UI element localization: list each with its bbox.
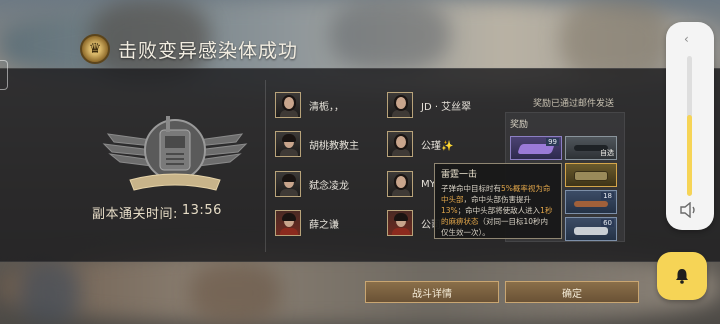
clear-time-label: 副本通关时间: [92,207,178,222]
reward-item-rifle[interactable]: 自选 [565,136,617,160]
crown-emblem-icon: ♛ [80,34,110,64]
reward-mail-note: 奖励已通过邮件发送 [533,99,615,109]
reward-item-component[interactable]: 60 [565,217,617,241]
confirm-button[interactable]: 确定 [505,281,639,303]
divider [265,80,266,252]
player-name: 薛之谦 [309,219,339,231]
component-icon [574,227,608,235]
player-entry[interactable]: 弑念凌龙 [275,170,349,198]
item-count: 18 [601,192,614,200]
player-name: 胡桃教教主 [309,140,359,152]
battle-details-button[interactable]: 战斗详情 [365,281,499,303]
side-handle[interactable] [0,60,8,90]
item-tag: 自选 [600,149,614,157]
tooltip-body: 子弹命中目标时有5%概率视为命中头部，命中头部伤害提升13%；命中头部将使敌人进… [441,184,553,237]
item-count: 60 [601,219,614,227]
player-avatar [275,92,301,118]
clear-time-value: 13:56 [181,203,222,218]
skill-tooltip: 雷霆一击 子弹命中目标时有5%概率视为命中头部，命中头部伤害提升13%；命中头部… [434,163,562,239]
player-entry[interactable]: 胡桃教教主 [275,130,359,158]
notification-bell-button[interactable] [657,252,707,300]
speaker-icon[interactable] [679,202,701,218]
reward-item-purple-crystal[interactable]: 99 [510,136,562,160]
player-avatar [387,131,413,157]
item-count: 99 [546,138,559,146]
player-avatar [275,210,301,236]
result-title-row: ♛ 击败变异感染体成功 [80,34,298,64]
player-entry[interactable]: 清栀，， [275,91,344,119]
player-avatar [275,171,301,197]
radio-wings-badge-icon [100,96,250,196]
ammo-icon [574,201,608,207]
player-avatar [387,171,413,197]
player-name: 清栀，， [309,101,344,113]
volume-panel: ‹ [666,22,714,230]
bell-icon [676,269,688,284]
player-entry[interactable]: 公瑾✨ [387,130,453,158]
player-entry[interactable]: 薛之谦 [275,209,339,237]
reward-item-scope-module[interactable] [565,163,617,187]
volume-slider-fill [687,114,692,196]
page-title: 击败变异感染体成功 [118,39,299,62]
player-avatar [387,92,413,118]
reward-label: 奖励 [510,120,529,130]
tooltip-title: 雷霆一击 [441,170,478,180]
player-name: 公瑾✨ [421,140,454,152]
player-avatar [387,210,413,236]
player-avatar [275,131,301,157]
chevron-left-icon[interactable]: ‹ [684,32,689,46]
volume-slider[interactable] [687,56,692,196]
player-entry[interactable]: 公司 [387,209,441,237]
player-name: 弑念凌龙 [309,180,349,192]
player-name: JD · 艾丝翠 [421,101,472,113]
player-entry[interactable]: MY [387,170,436,198]
reward-item-ammo[interactable]: 18 [565,190,617,214]
player-entry[interactable]: JD · 艾丝翠 [387,91,471,119]
module-icon [574,171,608,181]
clear-time: 副本通关时间: 13:56 [92,203,222,222]
